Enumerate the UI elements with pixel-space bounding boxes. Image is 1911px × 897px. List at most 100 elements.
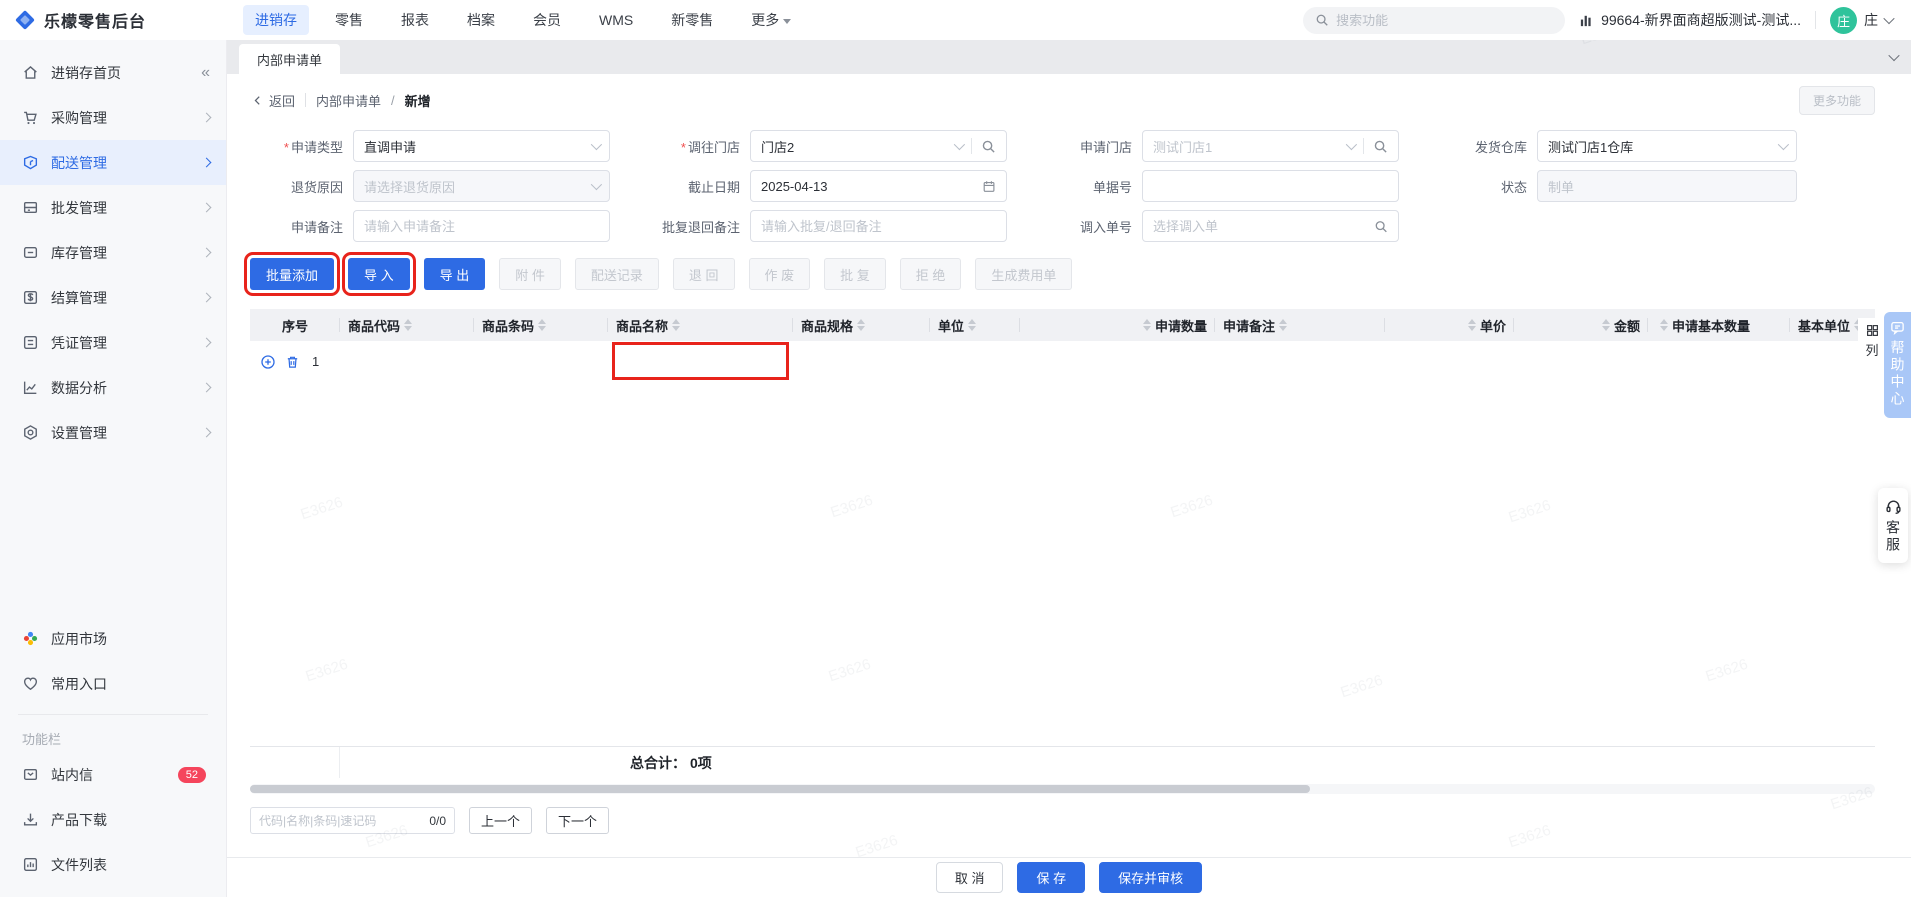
col-base-qty[interactable]: 申请基本数量 [1648, 309, 1790, 341]
cell-apply-qty[interactable] [1020, 341, 1215, 382]
quick-search-field[interactable]: 0/0 [250, 807, 455, 834]
sidebar-item-label: 配送管理 [51, 154, 107, 171]
batch-add-button[interactable]: 批量添加 [243, 252, 341, 296]
breadcrumb-parent[interactable]: 内部申请单 [316, 91, 381, 110]
approve-button: 批 复 [824, 258, 886, 290]
topnav-item-retail[interactable]: 零售 [323, 5, 375, 35]
sidebar-item-favorites[interactable]: 常用入口 [0, 661, 226, 706]
sidebar-item-purchase[interactable]: 采购管理 [0, 95, 226, 140]
import-button[interactable]: 导 入 [342, 252, 416, 296]
approve-remark-input[interactable] [761, 218, 996, 234]
return-reason-placeholder: 请选择退货原因 [364, 179, 456, 195]
horizontal-scrollbar[interactable] [250, 784, 1875, 794]
col-unit[interactable]: 单位 [930, 309, 1020, 341]
cell-spec[interactable] [793, 341, 930, 382]
save-button[interactable]: 保 存 [1017, 862, 1086, 893]
col-barcode[interactable]: 商品条码 [474, 309, 608, 341]
sidebar-item-stock[interactable]: 库存管理 [0, 230, 226, 275]
cancel-button[interactable]: 取 消 [935, 862, 1004, 893]
topnav-item-inventory[interactable]: 进销存 [243, 5, 309, 35]
cell-amount[interactable] [1514, 341, 1648, 382]
approve-remark-field[interactable] [750, 210, 1007, 242]
save-and-audit-button[interactable]: 保存并审核 [1099, 862, 1203, 893]
ship-warehouse-select[interactable]: 测试门店1仓库 [1537, 130, 1797, 162]
cell-unit-price[interactable] [1385, 341, 1514, 382]
topnav-item-members[interactable]: 会员 [521, 5, 573, 35]
brand-name: 乐檬零售后台 [44, 14, 147, 31]
apply-store-select[interactable]: 测试门店1 [1142, 130, 1399, 162]
to-store-select[interactable]: 门店2 [750, 130, 1007, 162]
col-unit-price[interactable]: 单价 [1385, 309, 1514, 341]
col-label: 单价 [1479, 318, 1506, 334]
col-spec[interactable]: 商品规格 [793, 309, 930, 341]
column-config-button[interactable]: 列 [1858, 318, 1886, 365]
doc-no-input[interactable] [1153, 178, 1388, 194]
col-apply-qty[interactable]: 申请数量 [1020, 309, 1215, 341]
topnav-item-wms[interactable]: WMS [587, 7, 645, 33]
apply-remark-field[interactable] [353, 210, 610, 242]
sidebar-item-file-list[interactable]: 文件列表 [0, 842, 226, 887]
transfer-in-no-field[interactable] [1142, 210, 1399, 242]
cell-product-name[interactable] [608, 341, 793, 382]
more-functions-button[interactable]: 更多功能 [1798, 85, 1875, 115]
col-product-name[interactable]: 商品名称 [608, 309, 793, 341]
sidebar-item-analytics[interactable]: 数据分析 [0, 365, 226, 410]
col-amount[interactable]: 金额 [1514, 309, 1648, 341]
sidebar-item-settlement[interactable]: 结算管理 [0, 275, 226, 320]
back-button[interactable]: 返回 [252, 91, 295, 110]
apply-remark-input[interactable] [364, 218, 599, 234]
next-button[interactable]: 下一个 [546, 807, 610, 834]
search-icon[interactable] [981, 139, 996, 154]
grid-icon [1866, 325, 1878, 336]
search-icon[interactable] [1373, 139, 1388, 154]
doc-no-field[interactable] [1142, 170, 1399, 202]
chart-line-icon [22, 379, 39, 396]
sidebar-collapse-icon[interactable]: « [201, 64, 210, 82]
prev-button[interactable]: 上一个 [469, 807, 533, 834]
return-reason-select[interactable]: 请选择退货原因 [353, 170, 610, 202]
scrollbar-thumb[interactable] [250, 785, 1310, 793]
search-input[interactable] [1336, 12, 1554, 28]
tabbar-expand-button[interactable] [1885, 48, 1903, 66]
cell-barcode[interactable] [474, 341, 608, 382]
deadline-input[interactable] [761, 178, 982, 194]
col-product-code[interactable]: 商品代码 [340, 309, 474, 341]
help-center-tab[interactable]: 帮助中心 [1884, 312, 1911, 418]
customer-service-widget[interactable]: 客服 [1878, 488, 1908, 563]
export-button[interactable]: 导 出 [423, 258, 486, 290]
sidebar-item-app-market[interactable]: 应用市场 [0, 616, 226, 661]
sidebar-item-distribution[interactable]: 配送管理 [0, 140, 226, 185]
col-apply-remark[interactable]: 申请备注 [1215, 309, 1385, 341]
top-nav: 进销存 零售 报表 档案 会员 WMS 新零售 更多 [243, 5, 803, 35]
quick-search-input[interactable] [259, 813, 424, 828]
sidebar-item-messages[interactable]: 站内信 52 [0, 752, 226, 797]
delete-row-icon[interactable] [285, 354, 300, 370]
sidebar-item-product-download[interactable]: 产品下载 [0, 797, 226, 842]
cell-apply-remark[interactable] [1215, 341, 1385, 382]
function-search[interactable] [1303, 6, 1566, 34]
topnav-item-more[interactable]: 更多 [739, 5, 803, 35]
transfer-in-no-input[interactable] [1153, 218, 1374, 234]
apply-type-label: 申请类型 [243, 137, 343, 156]
customer-service-label: 客服 [1885, 520, 1901, 554]
sidebar-item-settings[interactable]: 设置管理 [0, 410, 226, 455]
tab-internal-application[interactable]: 内部申请单 [239, 44, 341, 74]
return-reason-label: 退货原因 [290, 179, 343, 195]
topnav-item-archives[interactable]: 档案 [455, 5, 507, 35]
deadline-date-field[interactable] [750, 170, 1007, 202]
topnav-item-new-retail[interactable]: 新零售 [659, 5, 725, 35]
brand[interactable]: 乐檬零售后台 [14, 8, 229, 32]
cell-unit[interactable] [930, 341, 1020, 382]
sidebar-item-voucher[interactable]: 凭证管理 [0, 320, 226, 365]
cell-product-code[interactable] [340, 341, 474, 382]
apply-type-select[interactable]: 直调申请 [353, 130, 610, 162]
cell-base-qty[interactable] [1648, 341, 1790, 382]
sidebar-item-home[interactable]: 进销存首页 « [0, 50, 226, 95]
tenant-selector[interactable]: 99664-新界面商超版测试-测试... [1579, 10, 1801, 30]
user-menu[interactable]: 庄 庄 [1830, 6, 1895, 34]
ship-warehouse-label: 发货仓库 [1474, 139, 1527, 155]
search-icon[interactable] [1374, 219, 1388, 234]
add-row-icon[interactable] [260, 354, 276, 370]
sidebar-item-wholesale[interactable]: 批发管理 [0, 185, 226, 230]
topnav-item-reports[interactable]: 报表 [389, 5, 441, 35]
